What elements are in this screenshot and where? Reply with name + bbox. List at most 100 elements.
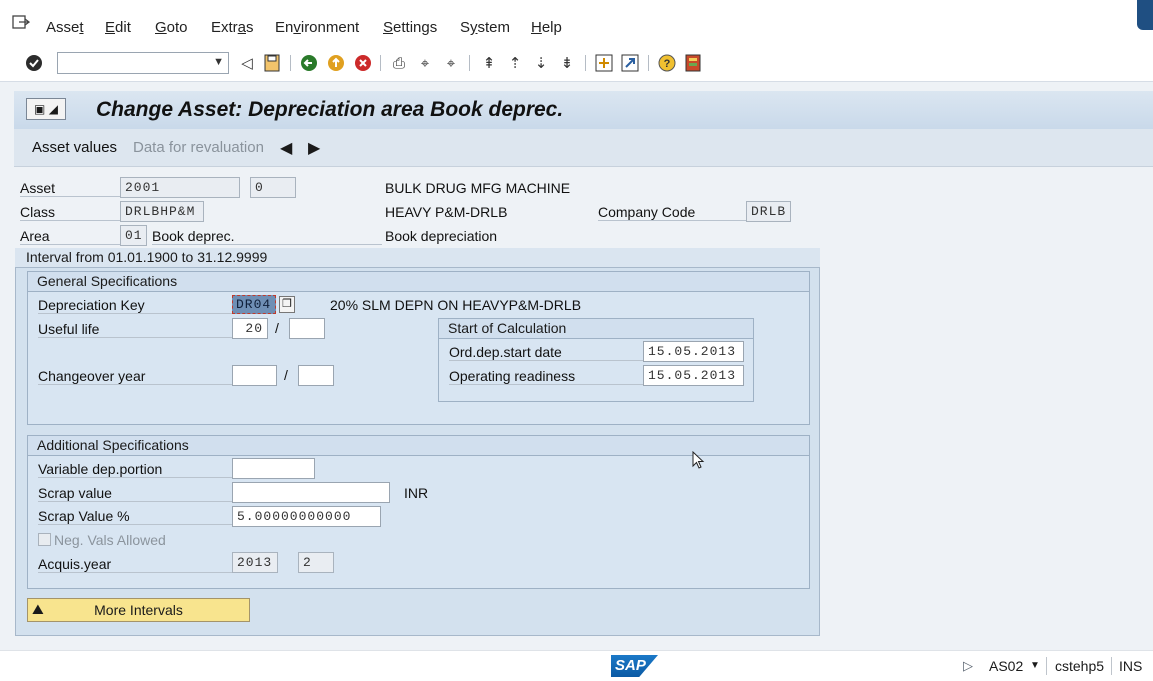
system-exit-icon[interactable] — [12, 14, 30, 30]
find-icon[interactable]: ⌖ — [415, 53, 435, 73]
start-of-calculation-heading: Start of Calculation — [439, 319, 753, 339]
menu-item-edit[interactable]: Edit — [105, 19, 131, 36]
changeover-period-input[interactable] — [298, 365, 334, 386]
status-separator — [1111, 657, 1112, 675]
area-number-field: 01 — [120, 225, 147, 246]
changeover-year-label: Changeover year — [38, 368, 233, 385]
company-code-field: DRLB — [746, 201, 791, 222]
interval-label: Interval from 01.01.1900 to 31.12.9999 — [26, 249, 268, 265]
data-for-revaluation-button[interactable]: Data for revaluation — [133, 139, 264, 156]
acquis-year-field: 2013 — [232, 552, 278, 573]
screen-menu-icon[interactable]: ▣ ◢ — [26, 98, 66, 120]
command-input[interactable] — [58, 53, 208, 73]
neg-vals-allowed-label: Neg. Vals Allowed — [54, 532, 166, 548]
useful-life-slash: / — [275, 320, 279, 336]
operating-readiness-input[interactable]: 15.05.2013 — [643, 365, 744, 386]
menu-item-help[interactable]: Help — [531, 19, 562, 36]
previous-arrow-icon[interactable]: ◀ — [280, 138, 292, 158]
mouse-cursor-icon — [692, 451, 705, 469]
svg-text:?: ? — [664, 58, 671, 70]
scrap-value-input[interactable] — [232, 482, 390, 503]
create-session-icon[interactable] — [594, 53, 614, 73]
useful-life-label: Useful life — [38, 321, 233, 338]
first-page-icon[interactable]: ⇞ — [479, 53, 499, 73]
menu-bar: Asset Edit Goto Extras Environment Settings Sy… — [0, 0, 1153, 44]
acquis-year-label: Acquis.year — [38, 556, 233, 573]
enter-check-icon[interactable] — [24, 53, 44, 73]
help-icon[interactable]: ? — [657, 53, 677, 73]
asset-values-button[interactable]: Asset values — [32, 139, 117, 156]
next-page-icon[interactable]: ⇣ — [531, 53, 551, 73]
class-field: DRLBHP&M — [120, 201, 204, 222]
toolbar-separator — [585, 55, 586, 71]
area-name: Book deprec. — [152, 228, 382, 245]
menu-item-extras[interactable]: Extras — [211, 19, 254, 36]
toolbar-separator — [380, 55, 381, 71]
toolbar-separator — [290, 55, 291, 71]
neg-vals-allowed-checkbox[interactable] — [38, 533, 51, 546]
currency-label: INR — [404, 485, 429, 501]
sap-logo: SAP — [611, 655, 658, 677]
customize-layout-icon[interactable] — [683, 53, 703, 73]
application-toolbar: Asset values Data for revaluation ◀ ▶ — [14, 129, 1153, 167]
asset-description: BULK DRUG MFG MACHINE — [385, 180, 571, 196]
next-arrow-icon[interactable]: ▶ — [308, 138, 320, 158]
variable-dep-portion-label: Variable dep.portion — [38, 461, 233, 478]
menu-item-system[interactable]: System — [460, 19, 510, 36]
changeover-slash: / — [284, 367, 288, 383]
find-next-icon[interactable]: ⌖ — [441, 53, 461, 73]
page-title: Change Asset: Depreciation area Book dep… — [96, 98, 564, 121]
scrap-value-label: Scrap value — [38, 485, 233, 502]
previous-page-icon[interactable]: ⇡ — [505, 53, 525, 73]
exit-up-icon[interactable] — [326, 53, 346, 73]
toolbar-separator — [469, 55, 470, 71]
operating-readiness-label: Operating readiness — [449, 368, 644, 385]
standard-toolbar: ▼ ◁ ⎙ ⌖ ⌖ ⇞ ⇡ ⇣ ⇟ ? — [0, 44, 1153, 82]
insert-mode: INS — [1119, 658, 1143, 674]
menu-item-environment[interactable]: Environment — [275, 19, 359, 36]
depreciation-key-label: Depreciation Key — [38, 297, 233, 314]
landscape-icon: ⛰ — [32, 601, 44, 617]
asset-subnumber-field: 0 — [250, 177, 296, 198]
value-help-icon[interactable]: ❐ — [279, 296, 295, 313]
command-field[interactable]: ▼ — [57, 52, 229, 74]
more-intervals-label: More Intervals — [94, 602, 183, 618]
menu-item-settings[interactable]: Settings — [383, 19, 437, 36]
title-bar: ▣ ◢ Change Asset: Depreciation area Book… — [14, 91, 1153, 129]
back-triangle-icon[interactable]: ◁ — [237, 53, 257, 73]
print-icon[interactable]: ⎙ — [389, 53, 409, 73]
general-specifications-heading: General Specifications — [28, 272, 809, 292]
chevron-down-icon[interactable]: ▼ — [213, 56, 224, 68]
company-code-label: Company Code — [598, 204, 746, 221]
toolbar-separator — [648, 55, 649, 71]
status-toggle-icon[interactable]: ▷ — [963, 658, 973, 674]
area-label: Area — [20, 228, 120, 245]
save-icon[interactable] — [262, 53, 282, 73]
scrap-value-percent-input[interactable]: 5.00000000000 — [232, 506, 381, 527]
ord-dep-start-input[interactable]: 15.05.2013 — [643, 341, 744, 362]
transaction-code: AS02 — [989, 658, 1024, 674]
status-separator — [1046, 657, 1047, 675]
cancel-icon[interactable] — [353, 53, 373, 73]
shortcut-icon[interactable] — [620, 53, 640, 73]
chevron-down-icon[interactable]: ▼ — [1030, 660, 1040, 671]
menu-item-goto[interactable]: Goto — [155, 19, 188, 36]
status-bar: SAP ▷ AS02 ▼ cstehp5 INS — [0, 650, 1153, 681]
area-description: Book depreciation — [385, 228, 498, 244]
window-edge — [1137, 0, 1153, 30]
last-page-icon[interactable]: ⇟ — [557, 53, 577, 73]
asset-number-field: 2001 — [120, 177, 240, 198]
depreciation-key-input[interactable]: DR04 — [232, 295, 276, 314]
menu-item-asset[interactable]: Asset — [46, 19, 84, 36]
ord-dep-start-label: Ord.dep.start date — [449, 344, 644, 361]
asset-label: Asset — [20, 180, 120, 197]
server-name: cstehp5 — [1055, 658, 1105, 674]
variable-dep-portion-input[interactable] — [232, 458, 315, 479]
useful-life-years-input[interactable]: 20 — [232, 318, 268, 339]
class-label: Class — [20, 204, 120, 221]
useful-life-periods-input[interactable] — [289, 318, 325, 339]
changeover-year-input[interactable] — [232, 365, 277, 386]
acquis-period-field: 2 — [298, 552, 334, 573]
back-icon[interactable] — [299, 53, 319, 73]
more-intervals-button[interactable]: ⛰ More Intervals — [27, 598, 250, 622]
